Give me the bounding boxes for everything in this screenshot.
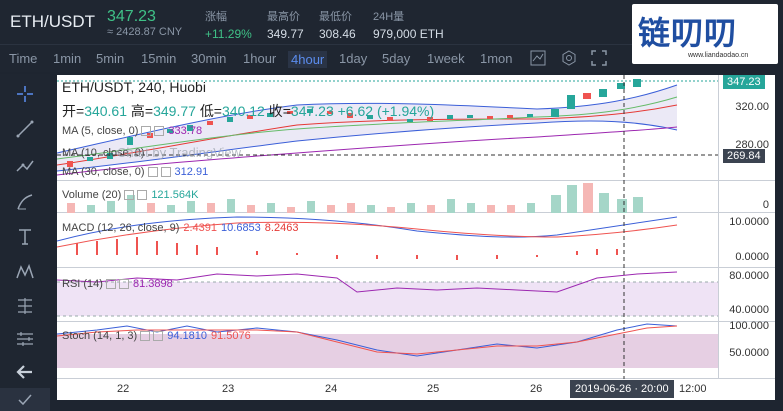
rsi-legend: RSI (14) 81.3898 (62, 278, 173, 290)
x-label: 23 (222, 383, 235, 395)
back-arrow-icon[interactable] (15, 362, 35, 382)
tf-15min[interactable]: 15min (141, 51, 176, 66)
change-value: +11.29% (205, 27, 252, 41)
tf-5day[interactable]: 5day (382, 51, 410, 66)
ohlc-readout: 开=340.61 高=349.77 低=340.12 收=347.23 +6.6… (62, 103, 435, 119)
low-stat: 最低价 308.46 (319, 11, 356, 41)
rsi-plot (57, 271, 718, 317)
price-pane[interactable]: ETH/USDT, 240, Huobi 开=340.61 高=349.77 低… (57, 75, 718, 181)
price-cny: ≈ 2428.87 CNY (107, 26, 183, 38)
x-label: 22 (117, 383, 130, 395)
crosshair-price-tag: 269.84 (723, 149, 765, 163)
pair-name: ETH/USDT (10, 12, 95, 31)
macd-histogram (76, 237, 618, 260)
logo-text: 链叨叨 (638, 14, 738, 52)
last-price: 347.23 (107, 8, 156, 25)
chart-area[interactable]: ETH/USDT, 240, Huobi 开=340.61 高=349.77 低… (57, 75, 775, 400)
volume-stat: 24H量 979,000 ETH (373, 11, 444, 41)
tf-1day[interactable]: 1day (339, 51, 367, 66)
tf-4hour[interactable]: 4hour (288, 51, 328, 68)
check-icon[interactable] (0, 388, 50, 411)
ma5-legend: MA (5, close, 0) 333.78 (62, 125, 203, 137)
candle (207, 121, 213, 125)
tf-1week[interactable]: 1week (427, 51, 465, 66)
drawing-toolbar (0, 74, 50, 411)
indicators-icon[interactable] (530, 50, 546, 66)
change-stat: 涨幅 +11.29% (205, 11, 252, 41)
tf-30min[interactable]: 30min (191, 51, 226, 66)
price-axis[interactable]: 320.00 280.00 347.23 269.84 (718, 75, 775, 181)
ma30-legend: MA (30, close, 0) 312.91 (62, 166, 209, 178)
stoch-tick: 50.0000 (729, 347, 769, 359)
rsi-tick: 40.0000 (729, 304, 769, 316)
candle (599, 89, 607, 97)
candle (633, 79, 641, 87)
timeframe-toolbar: Time 1min 5min 15min 30min 1hour 4hour 1… (0, 44, 632, 72)
x-label: 26 (530, 383, 543, 395)
candle (551, 109, 559, 117)
x-label: 24 (325, 383, 338, 395)
crosshair-date: 2019-06-26 · 20:00 (570, 380, 674, 398)
candle (527, 114, 533, 117)
tf-1min[interactable]: 1min (53, 51, 81, 66)
price-tick: 320.00 (735, 101, 769, 113)
tf-time[interactable]: Time (9, 51, 37, 66)
rsi-pane[interactable]: RSI (14) 81.3898 (57, 268, 718, 322)
site-logo: 链叨叨 www.liandaodao.cn (632, 4, 778, 64)
rsi-axis[interactable]: 80.0000 40.0000 (718, 268, 775, 322)
macd-legend: MACD (12, 26, close, 9) 2.4391 10.6853 8.24… (62, 222, 299, 234)
macd-axis[interactable]: 10.0000 0.0000 (718, 213, 775, 268)
candle (583, 93, 591, 99)
low-value: 308.46 (319, 27, 356, 41)
tradingview-watermark: Chart by TradingView (117, 145, 242, 160)
brush-icon[interactable] (15, 192, 35, 212)
candle (467, 115, 473, 118)
measure-icon[interactable] (15, 296, 35, 316)
last-price-tag: 347.23 (723, 75, 765, 89)
volume-tick: 0 (762, 199, 769, 211)
stoch-pane[interactable]: Stoch (14, 1, 3) 94.1810 91.5076 (57, 322, 718, 379)
stoch-legend: Stoch (14, 1, 3) 94.1810 91.5076 (62, 330, 251, 342)
candle (617, 83, 625, 89)
rsi-tick: 80.0000 (729, 270, 769, 282)
fullscreen-icon[interactable] (591, 50, 607, 66)
pattern-icon[interactable] (15, 262, 35, 282)
x-label: 12:00 (679, 383, 707, 395)
tf-5min[interactable]: 5min (96, 51, 124, 66)
stoch-axis[interactable]: 100.000 50.0000 (718, 320, 775, 379)
candle (127, 137, 133, 145)
high-stat: 最高价 349.77 (267, 11, 304, 41)
macd-tick: 0.0000 (735, 251, 769, 263)
candle (447, 115, 453, 119)
tf-1hour[interactable]: 1hour (243, 51, 276, 66)
text-tool-icon[interactable] (15, 227, 35, 247)
chart-title: ETH/USDT, 240, Huobi (62, 79, 206, 95)
fib-tool-icon[interactable] (15, 156, 35, 176)
candle (567, 95, 575, 109)
high-value: 349.77 (267, 27, 304, 41)
stoch-tick: 100.000 (729, 320, 769, 332)
logo-url: www.liandaodao.cn (688, 52, 749, 59)
x-label: 25 (427, 383, 440, 395)
macd-tick: 10.0000 (729, 216, 769, 228)
candle (487, 116, 493, 119)
volume-pane[interactable]: Volume (20) 121.564K (57, 181, 718, 213)
settings-icon[interactable] (561, 50, 577, 66)
volume-value: 979,000 ETH (373, 27, 444, 41)
volume-axis[interactable]: 0 (718, 181, 775, 213)
trendline-icon[interactable] (15, 119, 35, 139)
macd-pane[interactable]: MACD (12, 26, close, 9) 2.4391 10.6853 8.24… (57, 213, 718, 268)
tf-1mon[interactable]: 1mon (480, 51, 513, 66)
volume-legend: Volume (20) 121.564K (62, 189, 199, 201)
layout-icon[interactable] (15, 329, 35, 349)
crosshair-icon[interactable] (15, 84, 35, 104)
candle (507, 115, 513, 118)
